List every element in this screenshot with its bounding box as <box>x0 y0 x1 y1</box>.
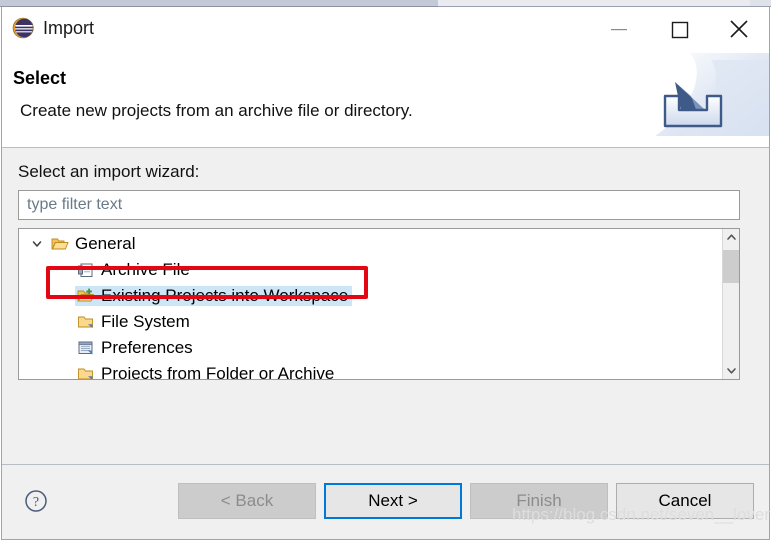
desktop-backdrop <box>0 0 771 7</box>
tree-row[interactable]: Archive File <box>19 257 722 283</box>
chevron-down-icon[interactable] <box>723 362 739 379</box>
finish-button[interactable]: Finish <box>470 483 608 519</box>
filter-input[interactable] <box>18 190 740 220</box>
folder-import-icon <box>77 288 95 304</box>
help-question-icon[interactable]: ? <box>23 488 49 514</box>
title-bar-left: Import <box>2 7 94 39</box>
next-button[interactable]: Next > <box>324 483 462 519</box>
scrollbar-thumb[interactable] <box>723 250 739 283</box>
import-wizard-tree[interactable]: General Archive File Existing Projects i… <box>18 228 740 380</box>
wizard-body: Select an import wizard: type filter tex… <box>2 148 769 464</box>
folder-icon <box>77 366 95 379</box>
tree-row[interactable]: Projects from Folder or Archive <box>19 361 722 379</box>
cancel-button[interactable]: Cancel <box>616 483 754 519</box>
backdrop-segment-right <box>750 0 771 7</box>
svg-text:?: ? <box>33 495 39 510</box>
tree-row[interactable]: File System <box>19 309 722 335</box>
tree-row[interactable]: General <box>19 231 722 257</box>
open-folder-icon <box>51 236 69 252</box>
title-bar[interactable]: Import <box>2 7 769 53</box>
select-wizard-label: Select an import wizard: <box>18 162 200 181</box>
wizard-footer: ? < Back Next > Finish Cancel <box>2 464 769 539</box>
chevron-up-icon[interactable] <box>723 229 739 246</box>
tree-item-label: Projects from Folder or Archive <box>101 364 335 380</box>
page-description: Create new projects from an archive file… <box>20 101 413 120</box>
wizard-button-row: < Back Next > Finish Cancel <box>178 483 754 519</box>
import-dialog: Import Select Create new projects from a… <box>1 7 770 540</box>
eclipse-logo-icon <box>12 17 34 39</box>
backdrop-segment-left <box>0 0 438 7</box>
tree-item-label: General <box>75 234 136 253</box>
tree-rows: General Archive File Existing Projects i… <box>19 229 722 379</box>
import-arrow-into-tray-icon <box>649 53 769 146</box>
maximize-button[interactable] <box>649 7 709 51</box>
minimize-button[interactable] <box>589 7 649 51</box>
preferences-icon <box>77 340 95 356</box>
window-title: Import <box>43 18 95 38</box>
tree-row-selected[interactable]: Existing Projects into Workspace <box>19 283 722 309</box>
folder-icon <box>77 314 95 330</box>
tree-item-label: Archive File <box>101 260 190 279</box>
back-button[interactable]: < Back <box>178 483 316 519</box>
tree-item-label: Existing Projects into Workspace <box>101 286 349 305</box>
tree-item-label: Preferences <box>101 338 193 357</box>
close-button[interactable] <box>709 7 769 51</box>
tree-row[interactable]: Preferences <box>19 335 722 361</box>
archive-file-icon <box>77 262 95 278</box>
chevron-down-icon[interactable] <box>29 236 45 252</box>
backdrop-segment-center <box>438 0 750 7</box>
wizard-header: Select Create new projects from an archi… <box>2 53 769 148</box>
window-controls <box>589 7 769 51</box>
page-title: Select <box>13 68 67 88</box>
tree-item-label: File System <box>101 312 190 331</box>
tree-vertical-scrollbar[interactable] <box>722 229 739 379</box>
